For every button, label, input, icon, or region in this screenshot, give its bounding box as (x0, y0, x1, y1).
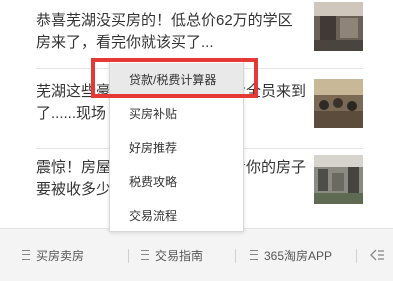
collapse-icon (370, 249, 384, 261)
divider (235, 249, 236, 263)
menu-item-tax-guide[interactable]: 税费攻略 (110, 165, 243, 199)
nav-item-buy-sell[interactable]: 买房卖房 (22, 229, 84, 281)
menu-item-trade-process[interactable]: 交易流程 (110, 199, 243, 233)
divider (356, 249, 357, 263)
menu-item-label: 买房补贴 (129, 107, 178, 121)
nav-item-label: 交易指南 (155, 248, 204, 263)
menu-item-recommend[interactable]: 好房推荐 (110, 131, 243, 165)
menu-item-label: 好房推荐 (129, 141, 178, 155)
article-thumbnail-image (314, 155, 363, 204)
article-title[interactable]: 恭喜芜湖没买房的！低总价62万的学区房来了，看完你就该买了... (36, 10, 306, 54)
nav-item-app[interactable]: 365淘房APP (250, 229, 332, 281)
article-thumbnail-image (314, 79, 363, 128)
keyboard-toggle[interactable] (370, 229, 384, 281)
nav-item-trade-guide[interactable]: 交易指南 (141, 229, 203, 281)
nav-item-label: 365淘房APP (264, 248, 333, 263)
nav-item-label: 买房卖房 (36, 248, 85, 263)
menu-item-label: 交易流程 (129, 209, 178, 223)
bottom-navigation: 买房卖房 交易指南 365淘房APP (0, 228, 393, 281)
divider (128, 249, 129, 263)
menu-item-subsidy[interactable]: 买房补贴 (110, 97, 243, 131)
menu-icon (22, 250, 30, 260)
highlight-box (91, 58, 258, 98)
menu-item-label: 税费攻略 (129, 175, 178, 189)
menu-icon (250, 250, 258, 260)
article-thumbnail-image (314, 2, 363, 51)
menu-icon (141, 250, 149, 260)
